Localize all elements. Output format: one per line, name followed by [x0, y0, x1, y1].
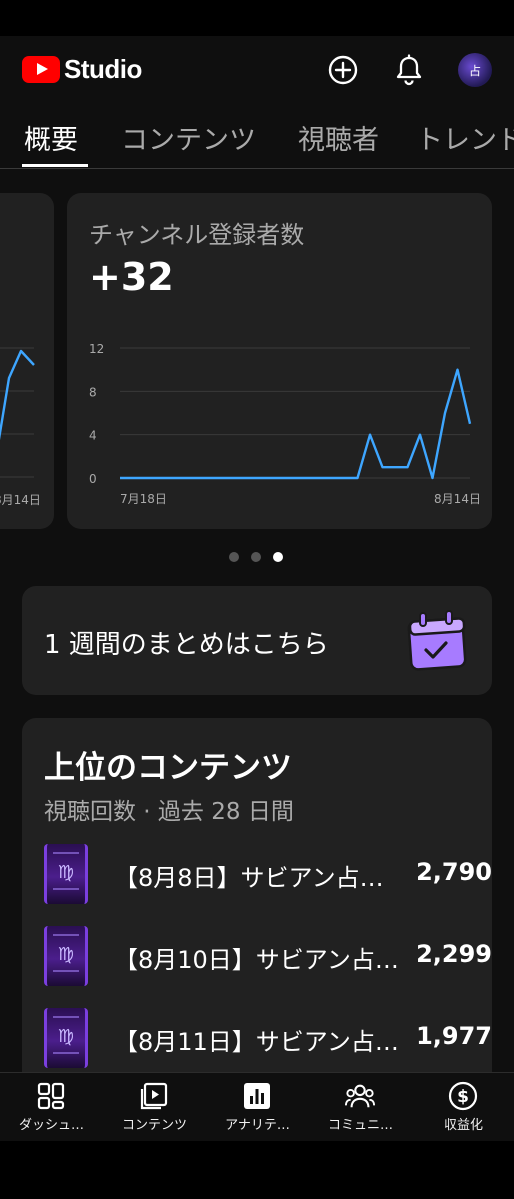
bottom-navigation: ダッシュ… コンテンツ アナリテ… コミュニ… $ 収益化 [0, 1072, 514, 1141]
thumbnail-line [53, 852, 79, 854]
previous-card-x-label: 8月14日 [0, 493, 41, 507]
video-title: 【8月8日】サビアン占い｜乙女座 [114, 864, 406, 892]
video-views: 2,299 [416, 940, 492, 968]
youtube-studio-logo[interactable]: Studio [22, 54, 142, 85]
avatar-text: 占 [468, 63, 481, 78]
community-icon [345, 1081, 375, 1111]
weekly-summary-card[interactable]: 1 週間のまとめはこちら [22, 586, 492, 695]
nav-dashboard-label: ダッシュ… [18, 1118, 84, 1133]
carousel-dot[interactable] [229, 552, 239, 562]
youtube-play-logo-icon [22, 56, 60, 83]
notifications-button[interactable] [391, 52, 427, 88]
nav-analytics-label: アナリテ… [225, 1118, 290, 1133]
nav-community-label: コミュニ… [327, 1118, 393, 1133]
video-views: 1,977 [416, 1022, 492, 1050]
carousel-indicator [229, 552, 283, 562]
thumbnail-line [53, 970, 79, 972]
top-content-row[interactable]: ♍ 【8月8日】サビアン占い｜乙女座 2,790 [22, 844, 492, 906]
carousel-dot-active[interactable] [273, 552, 283, 562]
tab-overview[interactable]: 概要 [24, 118, 78, 157]
nav-earn[interactable]: $ 収益化 [412, 1073, 514, 1141]
carousel-dot[interactable] [251, 552, 261, 562]
app-title: Studio [64, 54, 142, 84]
previous-card-chart [0, 347, 35, 478]
virgo-icon: ♍ [57, 862, 75, 883]
video-views: 2,790 [416, 858, 492, 886]
create-button[interactable] [325, 52, 361, 88]
tab-content[interactable]: コンテンツ [121, 118, 256, 157]
top-content-card: 上位のコンテンツ 視聴回数 · 過去 28 日間 ♍ 【8月8日】サビアン占い｜… [22, 718, 492, 1098]
subscriber-chart: 0 4 8 12 7月18日 8月14日 [89, 342, 481, 506]
tab-audience[interactable]: 視聴者 [298, 118, 379, 157]
nav-earn-label: 収益化 [443, 1118, 483, 1133]
analytics-icon [242, 1081, 272, 1111]
virgo-icon: ♍ [57, 1026, 75, 1047]
top-content-row[interactable]: ♍ 【8月11日】サビアン占い｜乙女座 1,977 [22, 1008, 492, 1070]
add-circle-icon [328, 55, 358, 85]
video-title: 【8月10日】サビアン占い｜乙女座 [114, 946, 406, 974]
y-tick-label: 12 [89, 342, 104, 356]
nav-dashboard[interactable]: ダッシュ… [0, 1073, 103, 1141]
y-tick-label: 4 [89, 429, 97, 443]
system-navigation-area [0, 1141, 514, 1199]
nav-content[interactable]: コンテンツ [103, 1073, 206, 1141]
thumbnail-line [53, 1052, 79, 1054]
content-icon [139, 1081, 169, 1111]
video-thumbnail: ♍ [44, 844, 88, 904]
y-tick-label: 8 [89, 385, 97, 399]
subscriber-card[interactable]: チャンネル登録者数 +32 0 4 8 12 7月18日 8月14日 [67, 193, 492, 529]
tab-trends[interactable]: トレンド [416, 118, 514, 157]
dashboard-icon [36, 1081, 66, 1111]
previous-metric-card[interactable]: 8月14日 [0, 193, 54, 529]
svg-text:$: $ [457, 1087, 469, 1107]
x-tick-label: 8月14日 [434, 492, 481, 506]
tab-bar: 概要 コンテンツ 視聴者 トレンド [0, 108, 514, 169]
earn-icon: $ [448, 1081, 478, 1111]
top-bar: Studio 占 [0, 36, 514, 108]
account-avatar[interactable]: 占 [458, 53, 492, 87]
subscriber-series-line [120, 368, 472, 480]
top-content-title: 上位のコンテンツ [44, 750, 292, 786]
x-tick-label: 7月18日 [120, 492, 167, 506]
nav-content-label: コンテンツ [121, 1118, 187, 1133]
nav-community[interactable]: コミュニ… [309, 1073, 412, 1141]
bell-icon [396, 54, 422, 86]
y-tick-label: 0 [89, 472, 97, 486]
virgo-icon: ♍ [57, 944, 75, 965]
top-content-subtitle: 視聴回数 · 過去 28 日間 [44, 799, 294, 825]
video-thumbnail: ♍ [44, 1008, 88, 1068]
thumbnail-line [53, 934, 79, 936]
video-thumbnail: ♍ [44, 926, 88, 986]
thumbnail-line [53, 1016, 79, 1018]
video-title: 【8月11日】サビアン占い｜乙女座 [114, 1028, 406, 1056]
status-bar [0, 0, 514, 36]
calendar-check-icon [407, 610, 467, 671]
top-content-row[interactable]: ♍ 【8月10日】サビアン占い｜乙女座 2,299 [22, 926, 492, 988]
nav-analytics[interactable]: アナリテ… [206, 1073, 309, 1141]
active-tab-indicator [22, 164, 88, 167]
thumbnail-line [53, 888, 79, 890]
weekly-summary-text: 1 週間のまとめはこちら [44, 630, 329, 660]
